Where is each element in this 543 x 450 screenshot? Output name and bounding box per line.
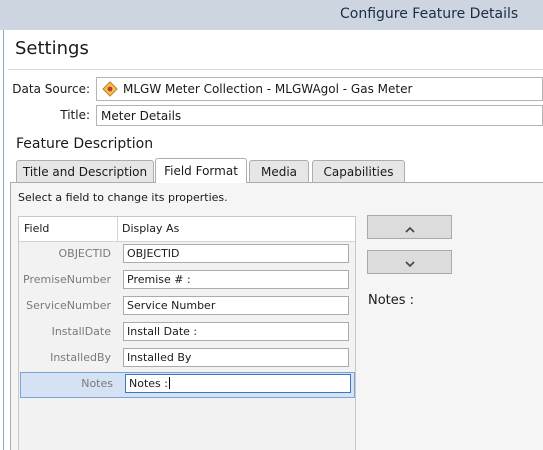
title-value: Meter Details — [101, 108, 182, 123]
tab-capabilities[interactable]: Capabilities — [312, 160, 405, 182]
row-field-name: InstalledBy — [50, 351, 111, 364]
column-separator[interactable] — [117, 217, 118, 241]
row-display-input[interactable]: Service Number — [123, 296, 349, 315]
move-up-button[interactable] — [367, 215, 452, 239]
table-row[interactable]: InstalledBy Installed By — [19, 346, 355, 372]
row-display-input[interactable]: Install Date : — [123, 322, 349, 341]
datasource-field[interactable]: MLGW Meter Collection - MLGWAgol - Gas M… — [96, 77, 543, 101]
row-field-name: InstallDate — [51, 325, 111, 338]
table-row[interactable]: InstallDate Install Date : — [19, 320, 355, 346]
field-grid: Field Display As OBJECTID OBJECTID Premi… — [18, 216, 356, 450]
chevron-up-icon — [404, 218, 415, 237]
datasource-label: Data Source: — [12, 82, 90, 96]
title-label: Title: — [60, 108, 90, 122]
table-row[interactable]: PremiseNumber Premise # : — [19, 268, 355, 294]
tab-field-format[interactable]: Field Format — [155, 158, 247, 183]
tab-title-and-description[interactable]: Title and Description — [16, 160, 154, 182]
column-header-display-as[interactable]: Display As — [122, 222, 179, 235]
row-display-text: Notes : — [129, 377, 168, 390]
settings-heading: Settings — [15, 38, 89, 59]
title-input[interactable]: Meter Details — [96, 105, 543, 126]
tab-media[interactable]: Media — [249, 160, 309, 182]
chevron-down-icon — [404, 253, 415, 272]
row-field-name: Notes — [81, 377, 113, 390]
row-display-input-active[interactable]: Notes : — [125, 374, 351, 393]
column-header-field[interactable]: Field — [24, 222, 49, 235]
row-display-input[interactable]: Installed By — [123, 348, 349, 367]
table-row-selected[interactable]: Notes Notes : — [20, 372, 355, 398]
window-titlebar: Configure Feature Details — [0, 0, 543, 30]
field-format-hint: Select a field to change its properties. — [18, 191, 228, 204]
tab-strip: Title and Description Field Format Media… — [10, 158, 543, 183]
row-field-name: PremiseNumber — [23, 273, 111, 286]
text-caret — [168, 377, 170, 389]
datasource-value: MLGW Meter Collection - MLGWAgol - Gas M… — [123, 82, 413, 96]
grid-header: Field Display As — [19, 217, 355, 242]
selected-field-label: Notes : — [368, 293, 415, 308]
divider — [8, 69, 543, 70]
move-down-button[interactable] — [367, 250, 452, 274]
window-title: Configure Feature Details — [340, 6, 519, 22]
layer-diamond-icon — [101, 80, 119, 98]
row-display-input[interactable]: OBJECTID — [123, 244, 349, 263]
table-row[interactable]: ServiceNumber Service Number — [19, 294, 355, 320]
window-left-border — [3, 30, 4, 450]
row-field-name: ServiceNumber — [26, 299, 111, 312]
table-row[interactable]: OBJECTID OBJECTID — [19, 242, 355, 268]
row-field-name: OBJECTID — [58, 247, 111, 260]
feature-description-heading: Feature Description — [16, 136, 154, 152]
row-display-input[interactable]: Premise # : — [123, 270, 349, 289]
